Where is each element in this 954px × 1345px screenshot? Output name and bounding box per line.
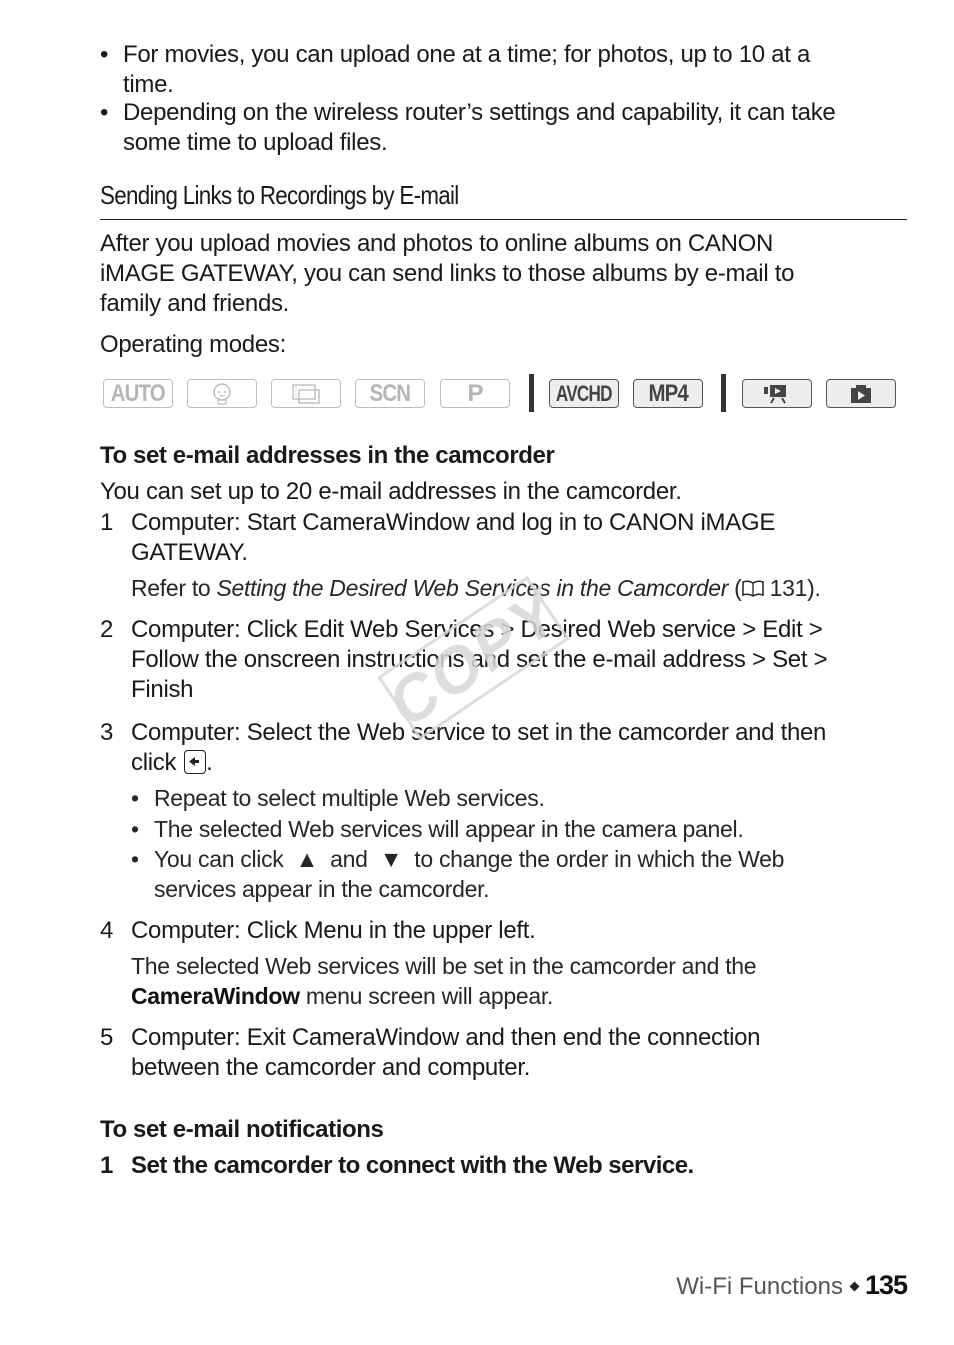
section-intro: After you upload movies and photos to on…	[100, 229, 910, 319]
ref-page: 131).	[763, 575, 821, 601]
movie-playback-icon	[742, 379, 812, 408]
step-text: Computer: Click Menu in the upper left.	[131, 917, 536, 944]
ref-link[interactable]: Setting the Desired Web Services in the …	[217, 575, 729, 601]
photo-playback-icon	[826, 379, 896, 408]
step-text: Finish	[131, 676, 194, 703]
bullet-dot: •	[131, 816, 139, 842]
step-number: 1	[100, 1152, 113, 1179]
step-text: between the camcorder and computer.	[131, 1054, 531, 1081]
section-title: Sending Links to Recordings by E-mail	[100, 180, 459, 210]
list-item: • The selected Web services will appear …	[131, 814, 901, 844]
note-bold: CameraWindow	[131, 983, 300, 1009]
auto-mode-icon: AUTO	[103, 379, 173, 408]
avchd-format-icon: AVCHD	[549, 379, 619, 408]
bullet-text: Depending on the wireless router’s setti…	[123, 99, 836, 126]
step-item: 3 Computer: Select the Web service to se…	[100, 718, 910, 778]
page-number: 135	[864, 1270, 908, 1300]
step-item: 5 Computer: Exit CameraWindow and then e…	[100, 1023, 910, 1083]
note-text: The selected Web services will be set in…	[131, 953, 757, 979]
section-divider	[100, 219, 907, 220]
subsection-heading: To set e-mail notifications	[100, 1116, 384, 1143]
step-item: 1 Set the camcorder to connect with the …	[100, 1151, 910, 1181]
mode-label: SCN	[369, 379, 411, 407]
step-text-part: click	[131, 749, 177, 776]
mode-separator	[721, 374, 726, 412]
program-mode-icon: P	[440, 379, 510, 408]
back-arrow-button-icon	[184, 750, 207, 774]
bullet-text: You can click ▲ and ▼ to change the orde…	[154, 844, 901, 874]
mp4-format-icon: MP4	[633, 379, 703, 408]
subsection-heading: To set e-mail addresses in the camcorder	[100, 442, 555, 469]
step-number: 2	[100, 616, 114, 643]
bullet-text: Repeat to select multiple Web services.	[154, 785, 545, 811]
bullet-text-part: You can click	[154, 846, 284, 872]
down-triangle-icon: ▼	[379, 846, 403, 872]
list-item: • Depending on the wireless router’s set…	[100, 98, 900, 158]
ref-open: (	[728, 575, 742, 601]
step-text: Set the camcorder to connect with the We…	[131, 1152, 694, 1179]
bullet-text: For movies, you can upload one at a time…	[123, 41, 810, 68]
step-text-part: .	[206, 749, 213, 776]
step-text: Computer: Click Edit Web Services > Desi…	[131, 616, 823, 643]
bullet-text-part: to change the order in which the Web	[414, 846, 785, 872]
mode-label: AVCHD	[556, 380, 613, 406]
step-note: The selected Web services will be set in…	[131, 951, 911, 1011]
bullet-dot: •	[100, 41, 109, 68]
bullet-text-part: and	[330, 846, 368, 872]
mode-label: P	[467, 379, 483, 407]
intro-line: family and friends.	[100, 290, 290, 317]
step-text: GATEWAY.	[131, 539, 248, 566]
step-number: 5	[100, 1024, 114, 1051]
step-reference: Refer to Setting the Desired Web Service…	[131, 573, 911, 603]
film-frame-icon	[292, 383, 320, 404]
list-item: • For movies, you can upload one at a ti…	[100, 40, 900, 100]
bullet-dot: •	[131, 785, 139, 811]
intro-line: After you upload movies and photos to on…	[100, 230, 774, 257]
cinema-mode-icon	[271, 379, 341, 408]
step-number: 3	[100, 719, 114, 746]
list-item: • You can click ▲ and ▼ to change the or…	[131, 844, 901, 904]
page-footer: Wi-Fi Functions 135	[676, 1270, 908, 1301]
bullet-text: time.	[123, 71, 174, 98]
step-text: Computer: Exit CameraWindow and then end…	[131, 1024, 761, 1051]
bullet-text: some time to upload files.	[123, 129, 388, 156]
scene-mode-icon: SCN	[355, 379, 425, 408]
movie-camera-icon	[764, 384, 786, 404]
step-item: 1 Computer: Start CameraWindow and log i…	[100, 508, 910, 568]
step-item: 2 Computer: Click Edit Web Services > De…	[100, 615, 910, 705]
operating-modes-label: Operating modes:	[100, 331, 286, 358]
still-camera-icon	[851, 384, 871, 403]
step-number: 4	[100, 917, 114, 944]
subsection-intro: You can set up to 20 e-mail addresses in…	[100, 478, 682, 505]
step-number: 1	[100, 509, 114, 536]
diamond-icon	[849, 1281, 860, 1292]
up-triangle-icon: ▲	[295, 846, 319, 872]
step-text: click.	[131, 748, 910, 778]
footer-section-name: Wi-Fi Functions	[676, 1273, 843, 1300]
mode-label: AUTO	[110, 379, 166, 407]
baby-mode-icon	[187, 379, 257, 408]
manual-page: • For movies, you can upload one at a ti…	[0, 0, 954, 1345]
mode-separator	[529, 374, 534, 412]
list-item: • Repeat to select multiple Web services…	[131, 783, 901, 813]
book-icon	[741, 575, 764, 597]
step-text: Computer: Start CameraWindow and log in …	[131, 509, 776, 536]
bullet-dot: •	[131, 846, 139, 872]
intro-line: iMAGE GATEWAY, you can send links to tho…	[100, 260, 795, 287]
bullet-text: The selected Web services will appear in…	[154, 816, 744, 842]
note-rest: menu screen will appear.	[299, 983, 554, 1009]
baby-face-icon	[213, 382, 231, 405]
ref-prefix: Refer to	[131, 575, 217, 601]
note-text: CameraWindow menu screen will appear.	[131, 981, 911, 1011]
step-item: 4 Computer: Click Menu in the upper left…	[100, 916, 910, 946]
step-text: Follow the onscreen instructions and set…	[131, 646, 828, 673]
bullet-text: services appear in the camcorder.	[154, 876, 490, 902]
step-text: Computer: Select the Web service to set …	[131, 719, 827, 746]
mode-label: MP4	[648, 379, 688, 407]
bullet-dot: •	[100, 99, 109, 126]
